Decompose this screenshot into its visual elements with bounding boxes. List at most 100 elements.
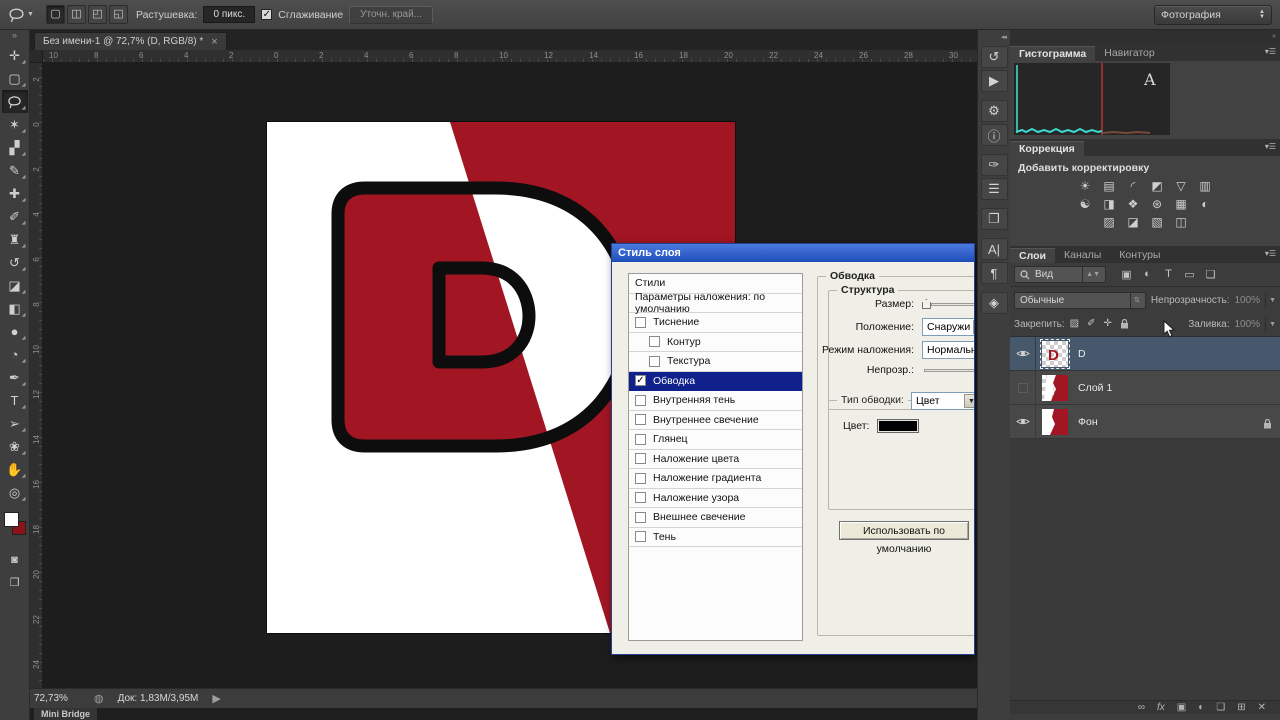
eyedropper-tool[interactable]: ✎ ◢ [2,159,28,182]
dock-collapse-arrows[interactable]: ◂◂ [978,30,1010,44]
fill-type-combo[interactable]: Цвет ▼ [911,392,974,410]
selective-color-icon[interactable]: ▧ [1149,215,1166,230]
opacity-dropdown-icon[interactable]: ▼ [1265,292,1276,308]
lasso-tool[interactable]: ◢ [1,90,28,113]
type-tool[interactable]: T ◢ [2,389,28,412]
position-combo[interactable]: Снаружи ▼ [922,318,974,336]
history-brush-tool[interactable]: ↺ ◢ [2,251,28,274]
panel-menu-icon[interactable]: ▾☰ [1265,142,1276,151]
tab-paths[interactable]: Контуры [1110,248,1169,263]
unchecked-checkbox[interactable] [635,433,646,445]
lock-pixels-icon[interactable]: ✐ [1087,318,1095,332]
layer-row[interactable]: DD [1010,336,1280,371]
unchecked-checkbox[interactable] [635,531,646,543]
refine-edge-button[interactable]: Уточн. край... [349,5,434,24]
unchecked-checkbox[interactable] [635,394,646,406]
add-layer-mask-icon[interactable]: ▣ [1177,703,1186,713]
style-item-row[interactable]: Внешнее свечение [629,508,802,528]
style-item-row[interactable]: Глянец [629,430,802,450]
feather-input[interactable]: 0 пикс. [203,6,256,23]
tab-adjustments[interactable]: Коррекция [1010,141,1084,156]
layer-row[interactable]: Слой 1 [1010,370,1280,405]
move-tool[interactable]: ✛ ◢ [2,44,28,67]
make-default-button[interactable]: Использовать по умолчанию [839,521,969,555]
panels-collapse-bar[interactable]: » [1010,30,1280,44]
style-item-row[interactable]: Текстура [629,352,802,372]
panel-menu-icon[interactable]: ▾☰ [1265,249,1276,258]
document-tab[interactable]: Без имени-1 @ 72,7% (D, RGB/8) * × [34,32,227,50]
clone-source-panel-icon[interactable]: ❐ [980,208,1008,230]
filter-smart-objects-icon[interactable]: ❏ [1203,268,1218,281]
tab-histogram[interactable]: Гистограмма [1010,46,1096,61]
blending-options-item[interactable]: Параметры наложения: по умолчанию [629,291,802,315]
unchecked-checkbox[interactable] [635,316,646,328]
tab-layers[interactable]: Слои [1010,248,1055,263]
layer-style-fx-icon[interactable]: fx [1157,703,1165,713]
color-balance-icon[interactable]: ☯ [1077,197,1094,212]
visibility-toggle-empty[interactable] [1010,370,1036,405]
stroke-opacity-slider[interactable] [924,368,974,372]
filter-type-layers-icon[interactable]: T [1161,268,1176,281]
checked-checkbox[interactable]: ✓ [635,375,646,387]
filter-adjustment-layers-icon[interactable]: ◐ [1140,268,1155,281]
lock-transparency-icon[interactable]: ▨ [1070,318,1079,332]
screen-mode-button[interactable]: ❐ [2,571,28,594]
blend-mode-combo[interactable]: Нормальный [922,341,974,359]
posterize-icon[interactable]: ▨ [1101,215,1118,230]
link-layers-icon[interactable]: ∞ [1138,703,1145,713]
style-item-selected[interactable]: ✓ Обводка [629,371,802,391]
delete-layer-icon[interactable]: ✕ [1258,703,1266,713]
healing-brush-tool[interactable]: ✚ ◢ [2,182,28,205]
unchecked-checkbox[interactable] [635,414,646,426]
eraser-tool[interactable]: ◪ ◢ [2,274,28,297]
status-zoom-level[interactable]: 72,73% [34,693,80,704]
size-slider-thumb[interactable] [922,299,931,309]
layer-thumbnail[interactable] [1042,408,1068,435]
style-item-row[interactable]: Наложение цвета [629,450,802,469]
clone-stamp-tool[interactable]: ♜ ◢ [2,228,28,251]
brush-tool[interactable]: ✐ ◢ [2,205,28,228]
unchecked-checkbox[interactable] [635,492,646,504]
black-white-icon[interactable]: ◨ [1101,197,1118,212]
layer-thumbnail[interactable] [1042,374,1068,401]
visibility-eye-toggle[interactable] [1010,336,1036,371]
zoom-tool[interactable]: ◎ ◢ [2,481,28,504]
fill-dropdown-icon[interactable]: ▼ [1265,317,1276,332]
info-panel-icon[interactable]: ⓘ [980,124,1008,146]
exposure-icon[interactable]: ◩ [1149,179,1166,194]
tab-channels[interactable]: Каналы [1055,248,1110,263]
actions-panel-icon[interactable]: ▶ [980,70,1008,92]
blend-mode-select[interactable]: Обычные ⇅ [1014,291,1146,309]
visibility-eye-toggle[interactable] [1010,404,1036,439]
style-item-row[interactable]: Тень [629,528,802,547]
combo-arrow-icon[interactable]: ▼ [973,320,974,334]
unchecked-checkbox[interactable] [635,453,646,465]
antialias-checkbox[interactable]: ✓ [261,9,273,20]
brush-panel-icon[interactable]: ✑ [980,154,1008,176]
foreground-color-swatch[interactable] [3,512,19,527]
current-tool-button[interactable]: ▼ [8,7,34,23]
panel-menu-icon[interactable]: ▾☰ [1265,47,1276,56]
brush-presets-panel-icon[interactable]: ☰ [980,178,1008,200]
filter-pixel-layers-icon[interactable]: ▣ [1119,268,1134,281]
curves-icon[interactable]: ◜ [1125,179,1142,194]
filter-shape-layers-icon[interactable]: ▭ [1182,268,1197,281]
invert-icon[interactable]: ◐ [1197,197,1214,212]
style-item-row[interactable]: Контур [629,333,802,352]
style-item-row[interactable]: Наложение узора [629,489,802,508]
close-tab-icon[interactable]: × [211,36,217,48]
dialog-titlebar[interactable]: Стиль слоя [612,244,974,262]
tab-navigator[interactable]: Навигатор [1095,46,1163,61]
stroke-color-swatch[interactable] [877,419,920,433]
rectangular-marquee-tool[interactable]: ▢ ◢ [2,67,28,90]
dodge-tool[interactable]: ◔ ◢ [2,343,28,366]
gradient-map-icon[interactable]: ◫ [1173,215,1190,230]
new-selection-button[interactable]: ▢ [45,5,65,24]
unchecked-checkbox[interactable] [649,355,660,367]
history-panel-icon[interactable]: ↺ [980,46,1008,68]
style-item-row[interactable]: Внутренняя тень [629,391,802,411]
new-adjustment-layer-icon[interactable]: ◐ [1198,703,1204,713]
layer-row[interactable]: Фон [1010,404,1280,439]
unchecked-checkbox[interactable] [635,472,646,484]
layer-thumbnail[interactable]: D [1040,338,1070,369]
